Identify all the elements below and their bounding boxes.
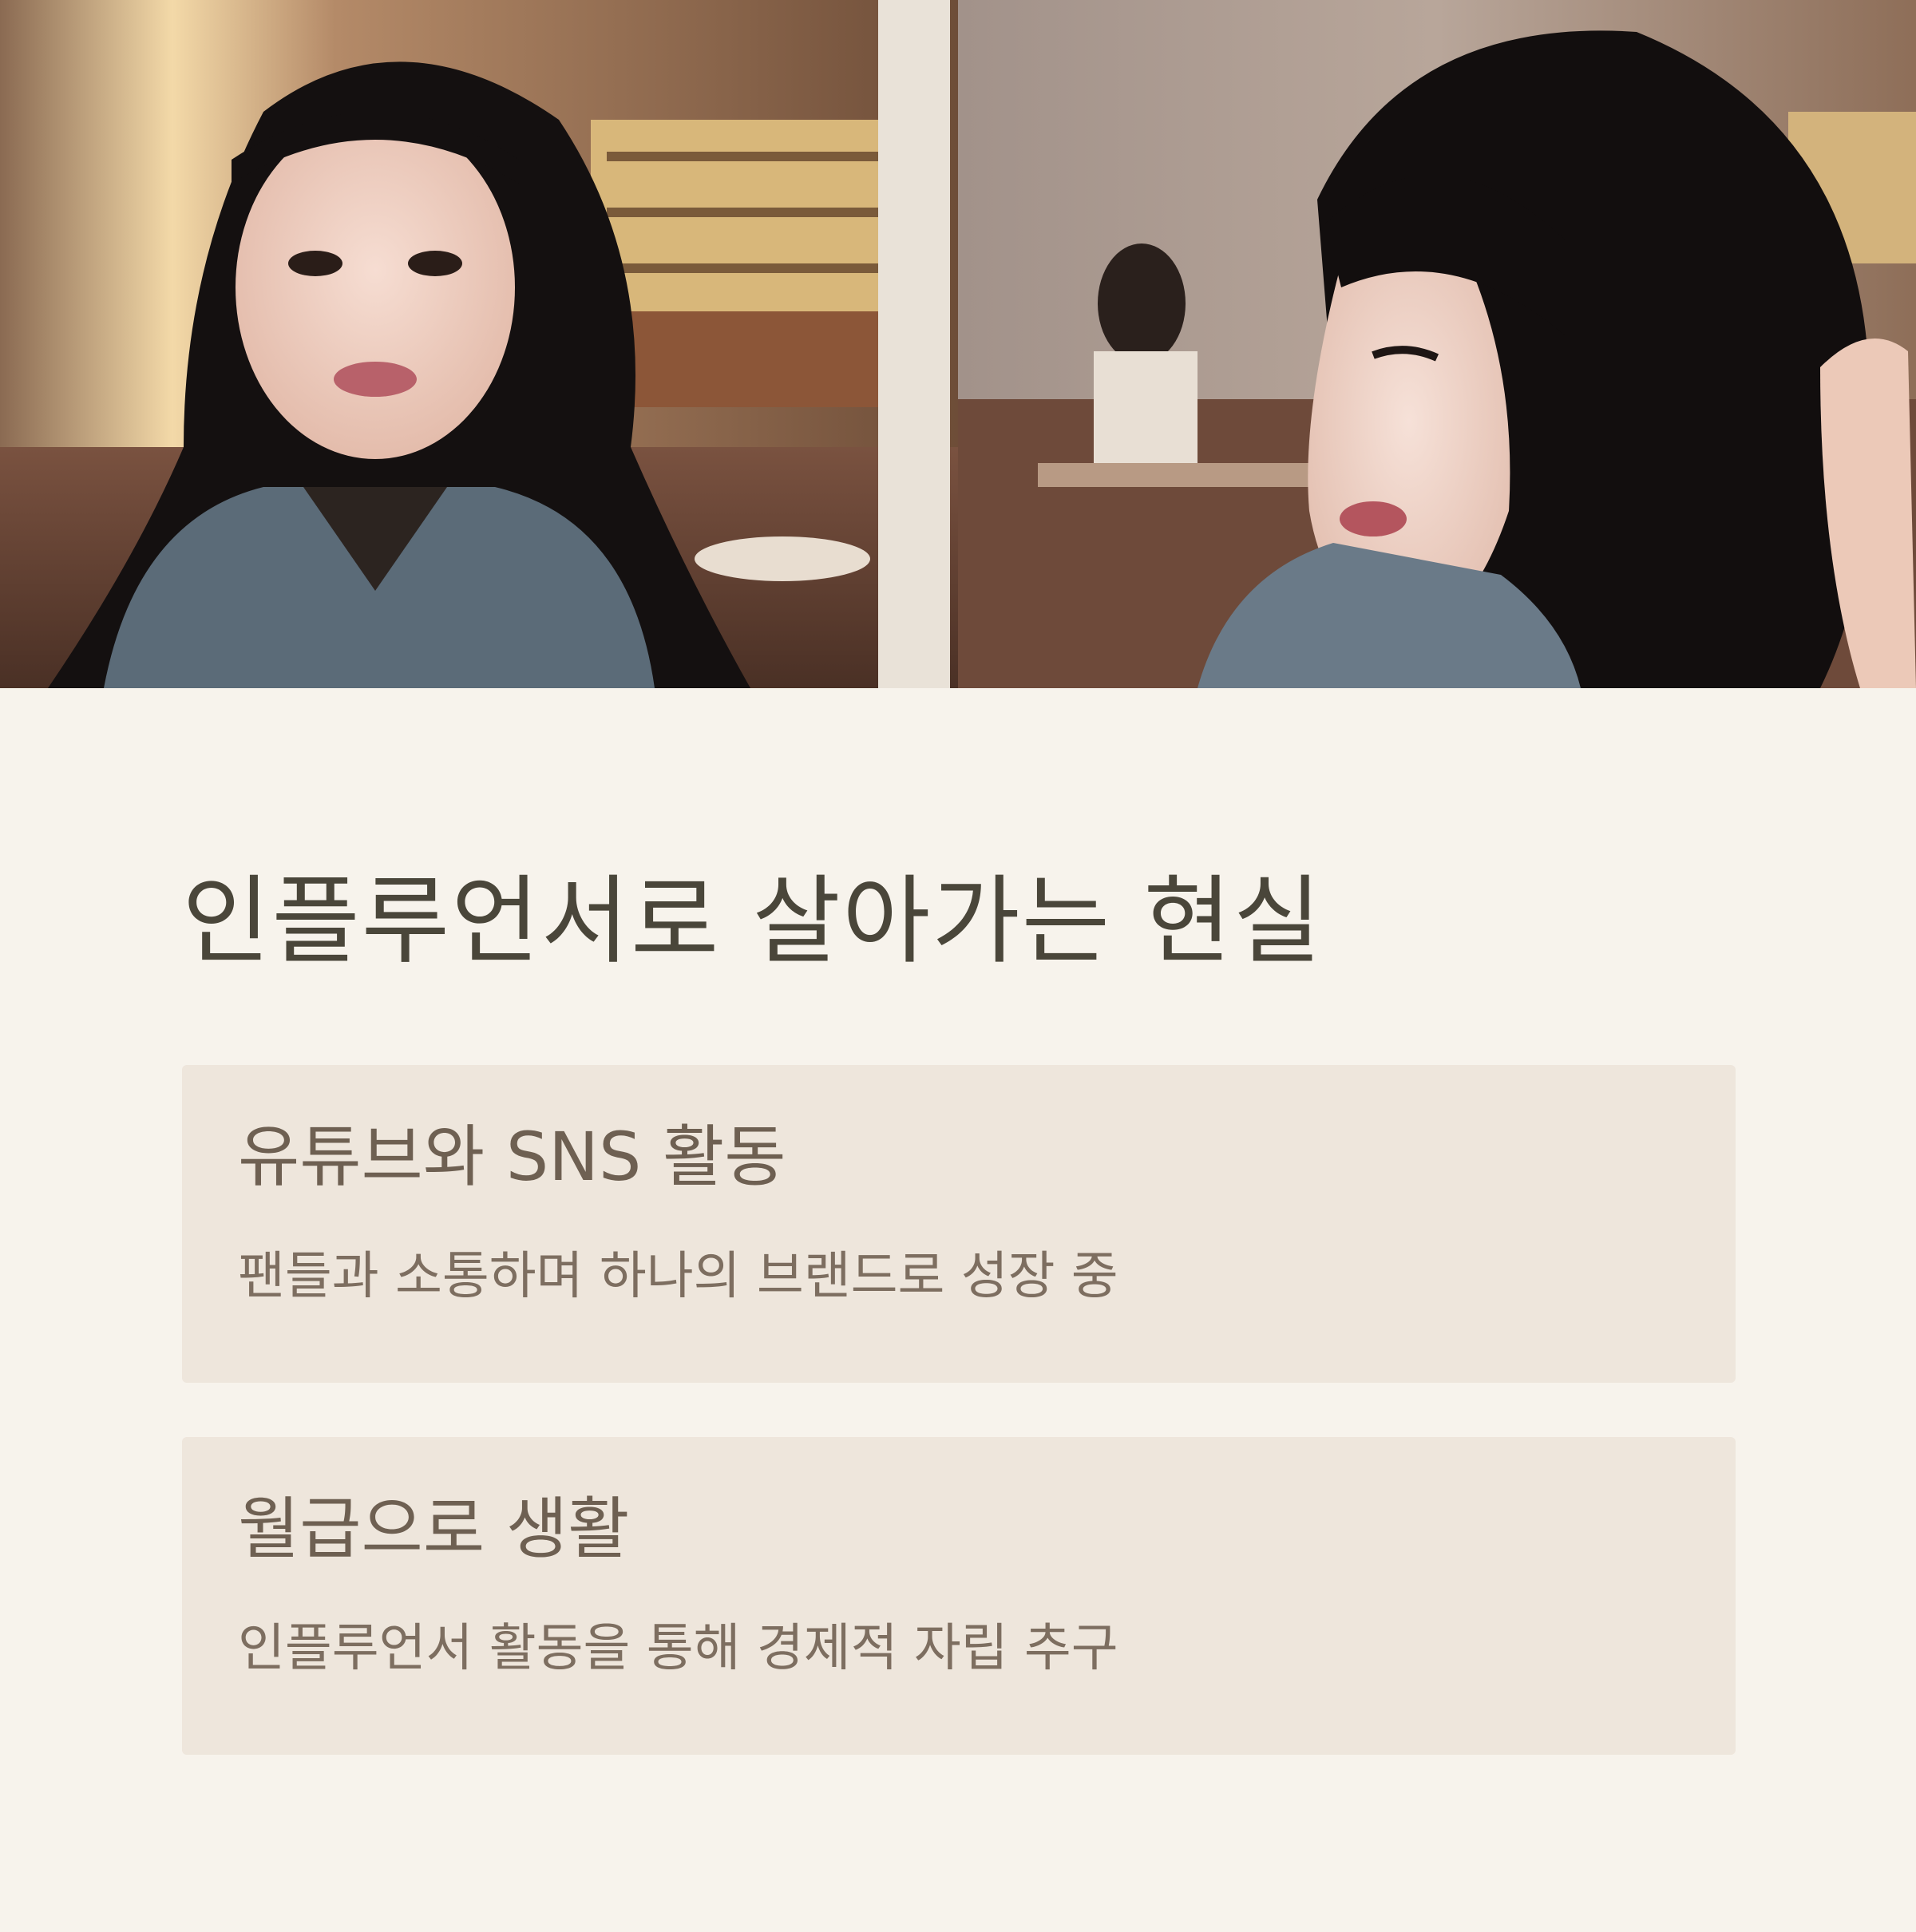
info-card-salary: 월급으로 생활 인플루언서 활동을 통해 경제적 자립 추구 bbox=[182, 1437, 1736, 1755]
hero-photo-strip bbox=[0, 0, 1916, 688]
card-title: 월급으로 생활 bbox=[238, 1490, 630, 1568]
card-description: 팬들과 소통하며 하나의 브랜드로 성장 중 bbox=[238, 1247, 1118, 1306]
page-title: 인플루언서로 살아가는 현실 bbox=[182, 866, 1324, 977]
portrait-photo-left bbox=[0, 0, 958, 688]
portrait-photo-right bbox=[958, 0, 1916, 688]
card-description: 인플루언서 활동을 통해 경제적 자립 추구 bbox=[238, 1619, 1118, 1678]
card-title: 유튜브와 SNS 활동 bbox=[238, 1118, 786, 1196]
info-card-sns: 유튜브와 SNS 활동 팬들과 소통하며 하나의 브랜드로 성장 중 bbox=[182, 1065, 1736, 1383]
